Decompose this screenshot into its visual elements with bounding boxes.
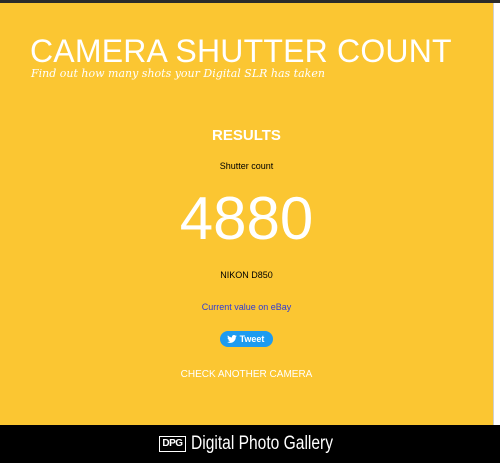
ebay-value-link[interactable]: Current value on eBay (202, 302, 292, 312)
scrollbar-track[interactable] (493, 3, 500, 425)
shutter-count-value: 4880 (179, 185, 314, 252)
page-title: CAMERA SHUTTER COUNT (30, 33, 452, 69)
footer-brand-logo[interactable]: DPG Digital Photo Gallery (0, 425, 500, 463)
camera-model: NIKON D850 (220, 270, 273, 280)
tweet-button[interactable]: Tweet (219, 331, 274, 347)
results-heading: RESULTS (212, 127, 281, 144)
check-another-camera-button[interactable]: CHECK ANOTHER CAMERA (0, 368, 493, 381)
tweet-button-row: Tweet (0, 330, 493, 347)
page: CAMERA SHUTTER COUNT Find out how many s… (0, 0, 500, 463)
shutter-count-label: Shutter count (219, 161, 274, 171)
ebay-value-link-row: Current value on eBay (0, 301, 493, 313)
dpg-logo-mark: DPG (159, 436, 186, 452)
page-tagline: Find out how many shots your Digital SLR… (31, 67, 325, 80)
twitter-bird-icon (226, 335, 237, 343)
tweet-label: Tweet (239, 334, 265, 344)
main-panel: CAMERA SHUTTER COUNT Find out how many s… (0, 3, 493, 425)
brand-name: Digital Photo Gallery (190, 433, 333, 454)
footer: DPG Digital Photo Gallery (0, 425, 500, 463)
